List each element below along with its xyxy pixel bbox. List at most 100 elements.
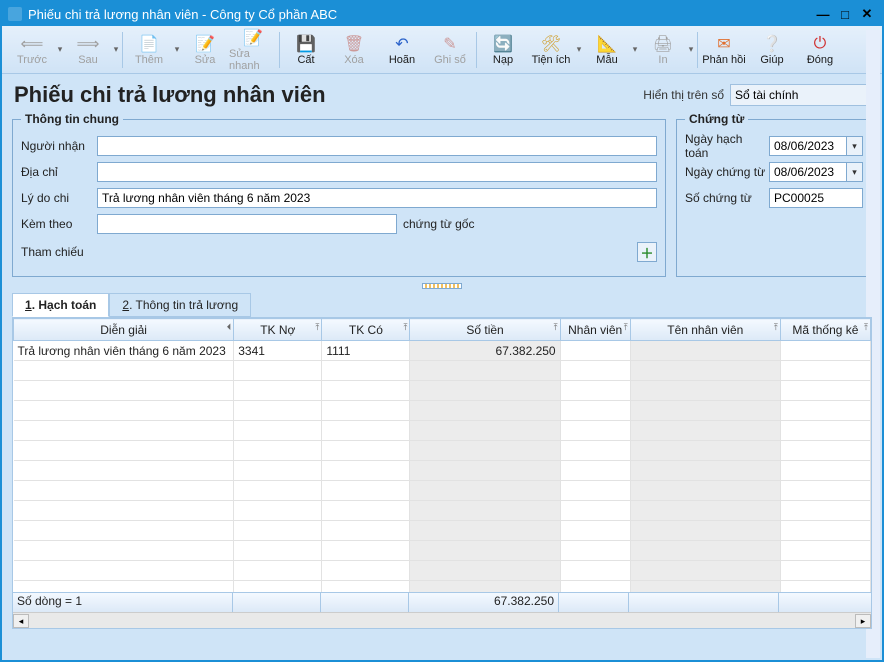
grid-cell[interactable] xyxy=(630,401,780,421)
grid-cell[interactable] xyxy=(14,421,234,441)
col-debit-account[interactable]: TK Nợ⤒ xyxy=(234,319,322,341)
grid-cell[interactable] xyxy=(780,481,870,501)
grid-cell[interactable] xyxy=(14,561,234,581)
grid-cell[interactable] xyxy=(234,521,322,541)
reload-button[interactable]: 🔄Nạp xyxy=(479,32,527,68)
table-row[interactable] xyxy=(14,461,871,481)
grid-cell[interactable]: 1111 xyxy=(322,341,410,361)
grid-cell[interactable] xyxy=(560,341,630,361)
post-button[interactable]: ✎Ghi sổ xyxy=(426,32,474,68)
table-row[interactable] xyxy=(14,561,871,581)
grid-cell[interactable] xyxy=(630,461,780,481)
maximize-button[interactable]: □ xyxy=(836,6,854,22)
address-input[interactable] xyxy=(97,162,657,182)
grid-cell[interactable] xyxy=(560,501,630,521)
quick-edit-button[interactable]: 📝Sửa nhanh xyxy=(229,26,277,74)
grid-cell[interactable] xyxy=(560,481,630,501)
grid-cell[interactable] xyxy=(560,401,630,421)
table-row[interactable] xyxy=(14,421,871,441)
grid-cell[interactable] xyxy=(14,541,234,561)
grid-cell[interactable] xyxy=(560,541,630,561)
voucher-date-picker[interactable]: ▾ xyxy=(847,162,863,182)
grid-cell[interactable] xyxy=(322,501,410,521)
save-button[interactable]: 💾Cất xyxy=(282,32,330,68)
grid-cell[interactable]: 67.382.250 xyxy=(410,341,560,361)
help-button[interactable]: ❔Giúp xyxy=(748,32,796,68)
grid-cell[interactable] xyxy=(234,381,322,401)
grid-cell[interactable] xyxy=(560,441,630,461)
table-row[interactable] xyxy=(14,541,871,561)
grid-cell[interactable] xyxy=(322,381,410,401)
grid-cell[interactable] xyxy=(322,361,410,381)
prev-dropdown[interactable]: ▾ xyxy=(56,44,64,55)
grid-cell[interactable] xyxy=(14,441,234,461)
grid-cell[interactable] xyxy=(780,381,870,401)
grid-cell[interactable] xyxy=(234,441,322,461)
post-date-input[interactable] xyxy=(769,136,847,156)
col-amount[interactable]: Số tiền⤒ xyxy=(410,319,560,341)
grid-cell[interactable] xyxy=(322,561,410,581)
grid-cell[interactable] xyxy=(560,461,630,481)
grid-cell[interactable] xyxy=(322,461,410,481)
grid-cell[interactable] xyxy=(410,561,560,581)
print-button[interactable]: 🖨In xyxy=(639,32,687,68)
template-button[interactable]: 📐Mẫu xyxy=(583,32,631,68)
feedback-button[interactable]: ✉Phản hồi xyxy=(700,32,748,68)
table-row[interactable] xyxy=(14,361,871,381)
add-button[interactable]: 📄Thêm xyxy=(125,32,173,68)
grid-cell[interactable] xyxy=(234,481,322,501)
prev-button[interactable]: ⟸Trước xyxy=(8,32,56,68)
table-row[interactable] xyxy=(14,481,871,501)
col-stat-code[interactable]: Mã thống kê⤒ xyxy=(780,319,870,341)
grid-cell[interactable] xyxy=(630,361,780,381)
grid-cell[interactable] xyxy=(410,441,560,461)
grid-cell[interactable] xyxy=(234,421,322,441)
grid-cell[interactable] xyxy=(630,521,780,541)
grid-cell[interactable] xyxy=(14,461,234,481)
table-row[interactable] xyxy=(14,501,871,521)
grid-cell[interactable] xyxy=(560,421,630,441)
table-row[interactable]: Trả lương nhân viên tháng 6 năm 20233341… xyxy=(14,341,871,361)
col-credit-account[interactable]: TK Có⤒ xyxy=(322,319,410,341)
grid-cell[interactable] xyxy=(234,561,322,581)
tab-accounting[interactable]: 1. Hạch toán xyxy=(12,293,109,317)
grid-cell[interactable] xyxy=(410,541,560,561)
grid-cell[interactable] xyxy=(322,421,410,441)
grid-cell[interactable] xyxy=(630,381,780,401)
table-row[interactable] xyxy=(14,381,871,401)
grid-cell[interactable] xyxy=(234,401,322,421)
grid-cell[interactable] xyxy=(322,441,410,461)
close-button[interactable]: ⏻Đóng xyxy=(796,32,844,68)
grid-cell[interactable] xyxy=(410,461,560,481)
grid-cell[interactable] xyxy=(234,461,322,481)
col-description[interactable]: Diễn giải⏴ xyxy=(14,319,234,341)
grid-cell[interactable] xyxy=(560,381,630,401)
grid-cell[interactable] xyxy=(780,501,870,521)
grid-cell[interactable] xyxy=(14,401,234,421)
grid-cell[interactable] xyxy=(780,541,870,561)
grid-horizontal-scroll[interactable]: ◂ ▸ xyxy=(13,612,871,628)
grid-cell[interactable] xyxy=(630,501,780,521)
minimize-button[interactable]: — xyxy=(814,6,832,22)
grid-cell[interactable]: Trả lương nhân viên tháng 6 năm 2023 xyxy=(14,341,234,361)
grid-cell[interactable] xyxy=(560,561,630,581)
edit-button[interactable]: 📝Sửa xyxy=(181,32,229,68)
tab-salary-info[interactable]: 2. Thông tin trả lương xyxy=(109,293,251,317)
grid-cell[interactable] xyxy=(630,441,780,461)
grid-cell[interactable] xyxy=(322,401,410,421)
grid-cell[interactable] xyxy=(14,381,234,401)
grid-cell[interactable] xyxy=(14,481,234,501)
add-reference-button[interactable]: ＋ xyxy=(637,242,657,262)
grid-cell[interactable] xyxy=(560,521,630,541)
scroll-right-icon[interactable]: ▸ xyxy=(855,614,871,628)
grid-cell[interactable] xyxy=(322,481,410,501)
display-on-book-input[interactable] xyxy=(730,84,870,106)
grid-cell[interactable] xyxy=(234,361,322,381)
grid-cell[interactable] xyxy=(780,521,870,541)
grid-cell[interactable] xyxy=(780,421,870,441)
next-button[interactable]: ⟹Sau xyxy=(64,32,112,68)
grid-cell[interactable] xyxy=(780,461,870,481)
grid-cell[interactable] xyxy=(780,561,870,581)
voucher-no-input[interactable] xyxy=(769,188,863,208)
grid-cell[interactable] xyxy=(14,521,234,541)
